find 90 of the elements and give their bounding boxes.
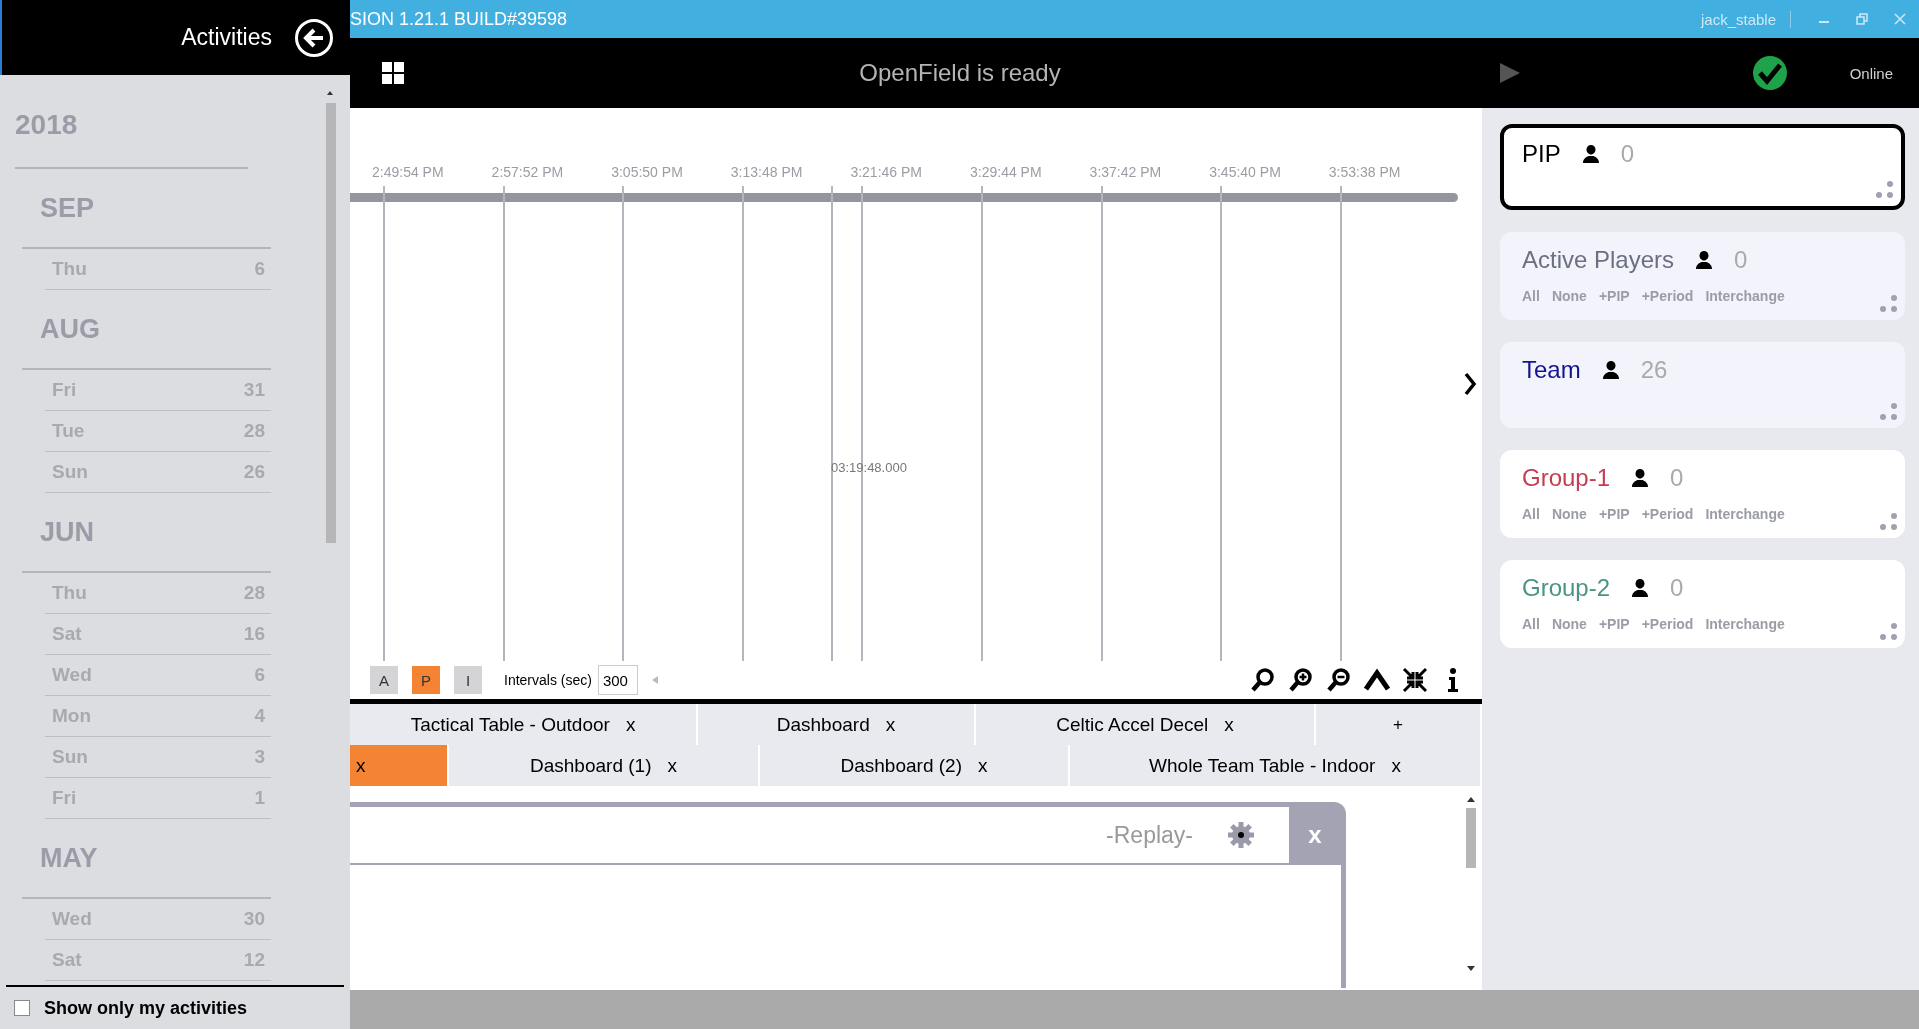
close-icon[interactable]	[1892, 11, 1908, 27]
mode-button[interactable]: P	[412, 666, 440, 694]
group-action-link[interactable]: None	[1551, 506, 1587, 522]
gear-icon[interactable]	[1227, 821, 1255, 849]
tab[interactable]: Dashboard (1) x	[449, 745, 760, 786]
intervals-label: Intervals (sec)	[504, 672, 592, 688]
panel-title: -Replay-	[1106, 821, 1193, 849]
resize-handle-icon[interactable]	[1879, 512, 1899, 532]
time-label: 3:45:40 PM	[1209, 164, 1281, 180]
player-count: 0	[1670, 574, 1684, 602]
time-label: 3:13:48 PM	[730, 164, 803, 180]
group-name: Group-1	[1522, 464, 1611, 492]
mode-button[interactable]: I	[454, 666, 482, 694]
group-card[interactable]: Group-1 0 All None +PIP +Period Interchange	[1500, 450, 1905, 538]
person-icon	[1630, 468, 1651, 488]
resize-handle-icon[interactable]	[1879, 622, 1899, 642]
timeline-track[interactable]	[350, 193, 1458, 202]
group-action-link[interactable]: None	[1551, 616, 1587, 632]
caret-left-icon[interactable]	[651, 676, 658, 684]
group-name: PIP	[1522, 140, 1561, 168]
group-action-link[interactable]: All	[1522, 616, 1540, 632]
group-card[interactable]: Group-2 0 All None +PIP +Period Interchange	[1500, 560, 1905, 648]
mode-button[interactable]: A	[370, 666, 398, 694]
tab[interactable]: Dashboard x	[698, 704, 976, 745]
month-heading: SEP	[40, 191, 96, 225]
month-heading: AUG	[40, 312, 101, 346]
person-icon	[1600, 360, 1621, 380]
chevron-up-icon[interactable]	[1364, 667, 1390, 693]
group-action-link[interactable]: None	[1551, 288, 1587, 304]
player-count: 26	[1640, 356, 1668, 384]
chevron-right-icon[interactable]	[1463, 371, 1477, 397]
group-action-link[interactable]: All	[1522, 506, 1540, 522]
month-heading: JUN	[40, 515, 95, 549]
resize-handle-icon[interactable]	[1875, 180, 1895, 200]
group-action-link[interactable]: All	[1522, 288, 1540, 304]
interval-field[interactable]: 300	[597, 665, 638, 695]
person-icon	[1580, 144, 1601, 164]
check-icon	[1752, 55, 1788, 91]
tab[interactable]: Dashboard (2) x	[760, 745, 1070, 786]
time-label: 3:05:50 PM	[611, 164, 683, 180]
resize-handle-icon[interactable]	[1879, 294, 1899, 314]
time-label: 3:53:38 PM	[1328, 164, 1401, 180]
panel-title: Activities	[181, 24, 272, 51]
back-icon[interactable]	[294, 17, 334, 58]
zoom-in-icon[interactable]	[1288, 667, 1314, 693]
group-action-link[interactable]: Interchange	[1705, 506, 1785, 522]
grid-icon[interactable]	[382, 62, 404, 84]
player-count: 0	[1620, 140, 1635, 168]
group-name: Team	[1522, 356, 1581, 384]
collapse-icon[interactable]	[1402, 667, 1428, 693]
group-action-link[interactable]: +Period	[1641, 616, 1694, 632]
player-count: 0	[1734, 246, 1748, 274]
group-card[interactable]: PIP 0	[1500, 124, 1905, 210]
checkbox-label: Show only my activities	[44, 997, 248, 1019]
group-action-link[interactable]: Interchange	[1705, 288, 1785, 304]
group-action-link[interactable]: +PIP	[1598, 616, 1630, 632]
timeline[interactable]: 2:49:54 PM 2:57:52 PM 3:05:50 PM 3:13:48 PM 3:21:46 PM 3:29:44 PM 3:37:42 PM 3:45:40 PM 3:53:38 PM 03:19:48.000	[350, 108, 1482, 661]
time-label: 3:37:42 PM	[1089, 164, 1162, 180]
group-name: Active Players	[1522, 246, 1675, 274]
tab[interactable]: Celtic Accel Decel x	[976, 704, 1316, 745]
month-heading: MAY	[40, 841, 99, 875]
person-icon	[1630, 578, 1651, 598]
time-label: 2:57:52 PM	[491, 164, 564, 180]
person-icon	[1694, 250, 1715, 270]
group-name: Group-2	[1522, 574, 1611, 602]
search-icon[interactable]	[1250, 667, 1276, 693]
zoom-out-icon[interactable]	[1326, 667, 1352, 693]
restore-icon[interactable]	[1854, 11, 1870, 27]
close-button[interactable]: x	[1289, 807, 1341, 863]
user-name: jack_stable	[1700, 10, 1791, 28]
cursor-time: 03:19:48.000	[831, 460, 907, 475]
group-action-link[interactable]: +Period	[1641, 506, 1694, 522]
play-icon[interactable]	[1498, 61, 1522, 85]
time-label: 2:49:54 PM	[372, 164, 444, 180]
player-count: 0	[1670, 464, 1684, 492]
status-message: OpenField is ready	[858, 59, 1062, 87]
group-card[interactable]: Active Players 0 All None +PIP +Period Interchange	[1500, 232, 1905, 320]
resize-handle-icon[interactable]	[1879, 402, 1899, 422]
group-action-link[interactable]: +Period	[1641, 288, 1694, 304]
group-action-link[interactable]: +PIP	[1598, 288, 1630, 304]
time-label: 3:21:46 PM	[850, 164, 922, 180]
group-card[interactable]: Team 26	[1500, 342, 1905, 428]
year-heading: 2018	[15, 108, 79, 141]
tab[interactable]: x	[350, 745, 449, 786]
checkbox[interactable]	[14, 1000, 30, 1016]
time-label: 3:29:44 PM	[970, 164, 1042, 180]
window-title: SION 1.21.1 BUILD#39598	[350, 8, 569, 30]
group-action-link[interactable]: Interchange	[1705, 616, 1785, 632]
group-action-link[interactable]: +PIP	[1598, 506, 1630, 522]
connection-status: Online	[1849, 64, 1893, 82]
